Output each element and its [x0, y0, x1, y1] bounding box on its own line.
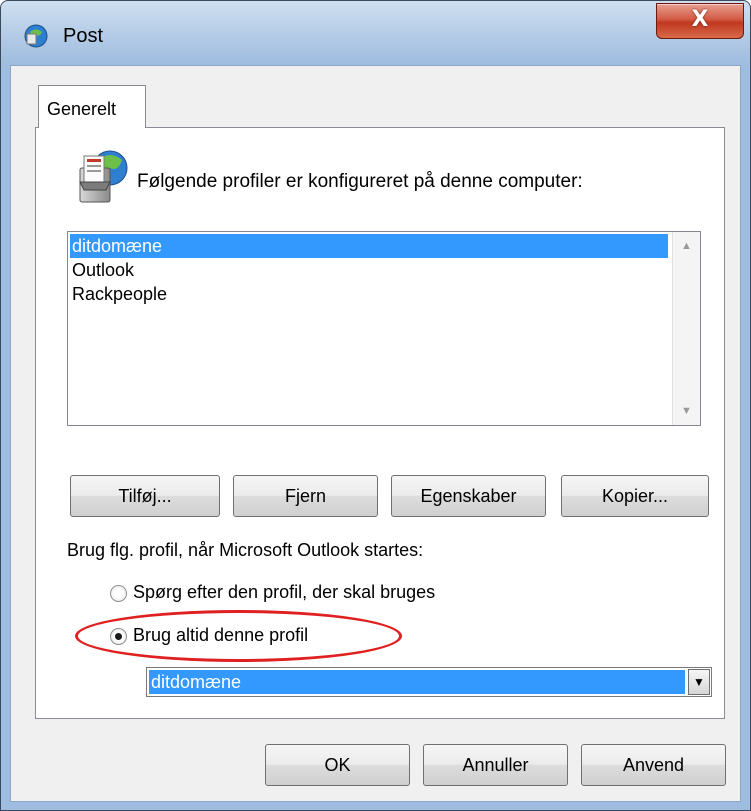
- dialog-client-area: Generelt Følgende profiler er konfigurer…: [10, 65, 741, 802]
- profiles-listbox[interactable]: ditdomæne Outlook Rackpeople ▲ ▼: [67, 231, 701, 426]
- close-icon: X: [691, 7, 709, 32]
- cancel-button[interactable]: Annuller: [423, 744, 568, 786]
- list-item[interactable]: Rackpeople: [70, 282, 668, 306]
- tab-panel-generelt: Følgende profiler er konfigureret på den…: [35, 127, 725, 719]
- title-bar[interactable]: Post X: [1, 1, 750, 65]
- mail-profiles-icon: [79, 150, 128, 203]
- list-item[interactable]: Outlook: [70, 258, 668, 282]
- profile-select-value: ditdomæne: [149, 670, 685, 694]
- apply-button[interactable]: Anvend: [581, 744, 726, 786]
- scroll-down-icon[interactable]: ▼: [673, 397, 700, 425]
- window-title: Post: [63, 25, 104, 47]
- tab-generelt[interactable]: Generelt: [38, 85, 146, 128]
- ok-button[interactable]: OK: [265, 744, 410, 786]
- add-profile-button[interactable]: Tilføj...: [70, 475, 220, 517]
- startup-profile-label: Brug flg. profil, når Microsoft Outlook …: [67, 540, 424, 560]
- copy-profile-button[interactable]: Kopier...: [561, 475, 709, 517]
- list-item[interactable]: ditdomæne: [70, 234, 668, 258]
- chevron-down-icon[interactable]: ▼: [688, 669, 710, 695]
- properties-button[interactable]: Egenskaber: [391, 475, 546, 517]
- radio-prompt-profile[interactable]: [110, 585, 127, 602]
- profile-select[interactable]: ditdomæne ▼: [146, 667, 712, 697]
- listbox-scrollbar[interactable]: ▲ ▼: [672, 232, 700, 425]
- mail-settings-icon: [24, 24, 48, 48]
- profiles-heading: Følgende profiler er konfigureret på den…: [137, 171, 583, 192]
- scroll-up-icon[interactable]: ▲: [673, 232, 700, 260]
- radio-prompt-label[interactable]: Spørg efter den profil, der skal bruges: [133, 582, 435, 603]
- close-button[interactable]: X: [656, 3, 744, 39]
- dialog-window: Post X Generelt Følgende profiler er kon…: [0, 0, 751, 811]
- annotation-circle: [75, 610, 402, 662]
- remove-profile-button[interactable]: Fjern: [233, 475, 378, 517]
